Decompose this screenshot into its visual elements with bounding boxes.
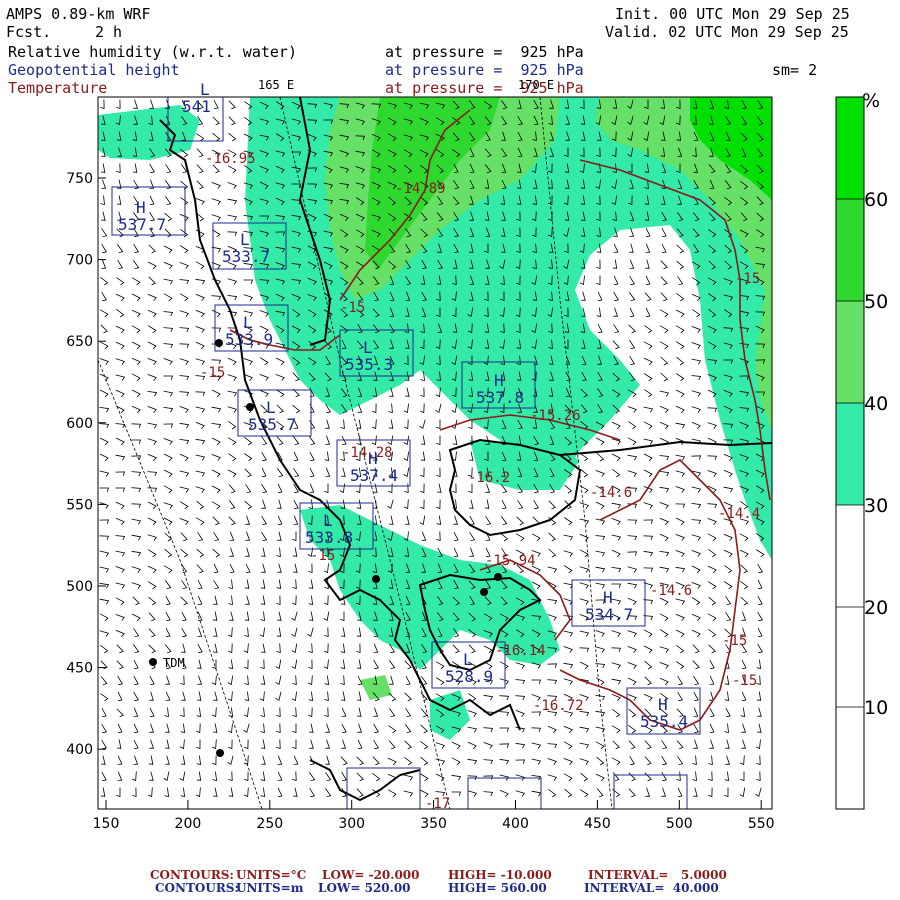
temp-label-17: -17: [425, 796, 450, 812]
footer-temp-units: UNITS=°C: [236, 868, 307, 882]
colorbar-band-50-60: [836, 199, 864, 301]
temp-label-15e: -15: [722, 633, 747, 649]
colorbar-tick-label: 60: [864, 189, 888, 211]
colorbar-band-60plus: [836, 97, 864, 199]
x-tick-label: 150: [93, 816, 120, 832]
station-dot-5: [494, 573, 502, 581]
temp-label-15-26: -15.26: [530, 408, 581, 424]
colorbar-unit: %: [862, 90, 880, 112]
station-dot-2: [246, 403, 254, 411]
low-541-letter: L 541: [182, 80, 211, 116]
high-center-534-7: H 534.7: [571, 579, 646, 627]
high-center-535-4: H 535.4: [626, 687, 701, 735]
y-tick-label: 400: [66, 742, 93, 758]
temp-label-14-6: -14.6: [590, 485, 632, 501]
temp-label-14-89: -14.89: [395, 181, 446, 197]
y-tick-label: 500: [66, 579, 93, 595]
station-dot-6: [216, 749, 224, 757]
x-tick-label: 400: [502, 816, 529, 832]
high-534-7-label: H 534.7: [585, 588, 633, 624]
y-tick-label: 650: [66, 334, 93, 350]
height-box-south-3: [613, 774, 688, 810]
colorbar-tick-label: 50: [864, 291, 888, 313]
rh-band-30-40-small: [430, 690, 470, 740]
colorbar-band-30-40: [836, 403, 864, 505]
temp-label-15-94: -15.94: [485, 553, 536, 569]
station-dot-3: [372, 575, 380, 583]
colorbar: 60 50 40 30 20 10 %: [835, 90, 888, 810]
footer-temp-high: HIGH= -10.000: [448, 868, 552, 882]
x-tick-label: 250: [256, 816, 283, 832]
y-tick-label: 600: [66, 416, 93, 432]
temp-label-16-14: -16.14: [495, 643, 546, 659]
colorbar-tick-label: 40: [864, 393, 888, 415]
y-tick-label: 450: [66, 661, 93, 677]
high-537-7-label: H 537.7: [118, 198, 166, 234]
colorbar-band-40-50: [836, 301, 864, 403]
footer-temp-low: LOW= -20.000: [322, 868, 420, 882]
footer-height-high: HIGH= 560.00: [448, 881, 547, 895]
high-center-537-7: H 537.7: [111, 186, 186, 236]
footer-height-interval: INTERVAL= 40.000: [584, 881, 719, 895]
low-535-7-label: L 535.7: [248, 398, 296, 434]
y-tick-label: 550: [66, 497, 93, 513]
footer-height-low: LOW= 520.00: [318, 881, 411, 895]
map-figure: L 541 H 537.7 L 533.7 L 533.9 L 535.3 H 537.8 …: [66, 80, 888, 832]
colorbar-tick-label: 10: [864, 697, 888, 719]
temp-label-15f: -15: [732, 673, 757, 689]
height-box-south-2: [467, 777, 542, 810]
y-tick-label: 750: [66, 171, 93, 187]
footer-temp-label: CONTOURS:: [150, 868, 234, 882]
station-dot-4: [480, 588, 488, 596]
temp-label-15d: -15: [310, 548, 335, 564]
x-tick-label: 450: [584, 816, 611, 832]
y-axis: 750 700 650 600 550 500 450 400: [66, 171, 106, 758]
x-tick-label: 200: [175, 816, 202, 832]
temp-label-16-72: -16.72: [533, 698, 584, 714]
colorbar-tick-label: 20: [864, 597, 888, 619]
temp-label-15b: -15: [200, 365, 225, 381]
y-tick-label: 700: [66, 253, 93, 269]
temp-label-15c: -15: [735, 271, 760, 287]
low-center-535-7: L 535.7: [237, 389, 312, 437]
colorbar-tick-label: 30: [864, 495, 888, 517]
station-label-tdm: TDM: [163, 656, 185, 670]
low-528-9-label: L 528.9: [445, 650, 493, 686]
coastline-sw: [309, 759, 421, 802]
station-dot-1: [215, 339, 223, 347]
footer-height-label: CONTOURS:: [155, 881, 239, 895]
temp-label-16-2: -16.2: [468, 470, 510, 486]
x-tick-label: 550: [748, 816, 775, 832]
temp-label-16-95: -16.95: [205, 151, 256, 167]
footer-height-units: UNITS=m: [236, 881, 304, 895]
temp-label-14-6b: -14.6: [650, 583, 692, 599]
x-tick-label: 500: [666, 816, 693, 832]
x-axis: 150 200 250 300 350 400 450 500 550: [93, 800, 775, 832]
station-dot-tdm: [149, 658, 157, 666]
x-tick-label: 300: [338, 816, 365, 832]
temp-label-14-28: -14.28: [342, 445, 393, 461]
temp-label-14-4: -14.4: [718, 506, 760, 522]
temp-label-15a: -15: [340, 300, 365, 316]
colorbar-band-below-30: [836, 505, 864, 809]
x-tick-label: 350: [420, 816, 447, 832]
footer-temp-interval: INTERVAL= 5.0000: [588, 868, 727, 882]
